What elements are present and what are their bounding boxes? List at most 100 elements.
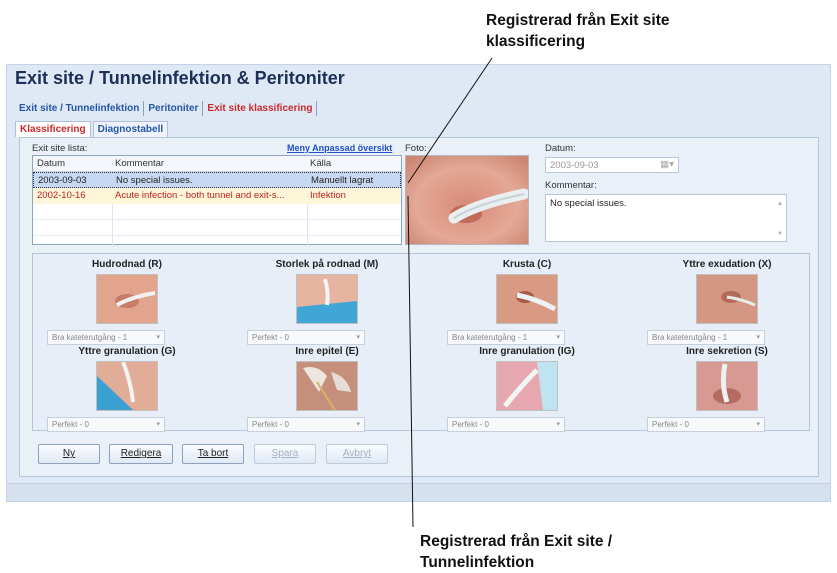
card-title: Inre epitel (E) <box>295 346 359 357</box>
comment-label: Kommentar: <box>545 180 597 191</box>
card-title: Inre granulation (IG) <box>479 346 575 357</box>
row-date: 2003-09-03 <box>38 175 87 186</box>
row-source: Infektion <box>310 190 346 201</box>
select-value: Perfekt - 0 <box>52 420 89 429</box>
chevron-down-icon: ▾ <box>156 334 160 341</box>
date-value: 2003-09-03 <box>550 160 599 171</box>
card-storlek-pa-rodnad: Storlek på rodnad (M) Perfekt - 0 ▾ <box>247 259 407 345</box>
card-title: Krusta (C) <box>502 259 552 270</box>
tab-klassificering[interactable]: Klassificering <box>15 121 91 137</box>
select-value: Perfekt - 0 <box>252 420 289 429</box>
hudrodnad-select[interactable]: Bra kateterutgång - 1 ▾ <box>47 330 165 345</box>
save-button[interactable]: Spara <box>254 444 316 464</box>
card-hudrodnad: Hudrodnad (R) Bra kateterutgång - 1 ▾ <box>47 259 207 345</box>
card-inre-granulation: Inre granulation (IG) Perfekt - 0 ▾ <box>447 346 607 432</box>
main-tabs: Exit site / Tunnelinfektion Peritoniter … <box>15 101 318 116</box>
krusta-select[interactable]: Bra kateterutgång - 1 ▾ <box>447 330 565 345</box>
chevron-down-icon: ▾ <box>156 421 160 428</box>
chevron-down-icon: ▾ <box>756 334 760 341</box>
page-title: Exit site / Tunnelinfektion & Peritonite… <box>15 68 345 88</box>
cancel-button[interactable]: Avbryt <box>326 444 388 464</box>
row-date: 2002-10-16 <box>37 190 86 201</box>
select-value: Perfekt - 0 <box>452 420 489 429</box>
header-datum[interactable]: Datum <box>37 158 113 169</box>
select-value: Bra kateterutgång - 1 <box>52 333 128 342</box>
inre-granulation-photo <box>496 361 558 411</box>
exit-site-photo <box>405 155 530 245</box>
inre-epitel-photo <box>296 361 358 411</box>
yttre-granulation-photo <box>96 361 158 411</box>
card-yttre-granulation: Yttre granulation (G) Perfekt - 0 ▾ <box>47 346 207 432</box>
new-button[interactable]: Ny <box>38 444 100 464</box>
photo-label: Foto: <box>405 143 427 154</box>
card-title: Yttre exudation (X) <box>682 259 772 270</box>
tab-exit-site-klassificering[interactable]: Exit site klassificering <box>203 101 318 116</box>
callout-top: Registrerad från Exit site klassificerin… <box>486 10 669 52</box>
card-title: Hudrodnad (R) <box>92 259 162 270</box>
classification-panel: Exit site lista: Meny Anpassad översikt … <box>19 137 819 477</box>
button-label: Redigera <box>120 448 162 459</box>
app-window: Exit site / Tunnelinfektion & Peritonite… <box>6 64 831 502</box>
yttre-exudation-select[interactable]: Bra kateterutgång - 1 ▾ <box>647 330 765 345</box>
scroll-up-icon[interactable]: ▲ <box>777 201 783 207</box>
header-kalla[interactable]: Källa <box>310 158 400 169</box>
button-label: Spara <box>271 448 299 459</box>
chevron-down-icon: ▾ <box>356 421 360 428</box>
empty-row <box>33 204 401 220</box>
chevron-down-icon: ▾ <box>756 421 760 428</box>
status-bar <box>7 483 830 501</box>
krusta-photo <box>496 274 558 324</box>
button-label: Ny <box>62 448 76 459</box>
chevron-down-icon: ▾ <box>356 334 360 341</box>
inre-granulation-select[interactable]: Perfekt - 0 ▾ <box>447 417 565 432</box>
comment-value: No special issues. <box>550 198 627 209</box>
card-inre-epitel: Inre epitel (E) Perfekt - 0 ▾ <box>247 346 407 432</box>
chevron-down-icon: ▾ <box>556 334 560 341</box>
row-comment: Acute infection - both tunnel and exit-s… <box>115 190 285 201</box>
select-value: Bra kateterutgång - 1 <box>652 333 728 342</box>
tab-diagnostabell[interactable]: Diagnostabell <box>92 121 169 137</box>
select-value: Perfekt - 0 <box>252 333 289 342</box>
card-title: Storlek på rodnad (M) <box>275 259 379 270</box>
card-yttre-exudation: Yttre exudation (X) Bra kateterutgång - … <box>647 259 807 345</box>
card-krusta: Krusta (C) Bra kateterutgång - 1 ▾ <box>447 259 607 345</box>
calendar-icon[interactable]: ▦▾ <box>660 159 674 170</box>
row-source: Manuellt lagrat <box>311 175 374 186</box>
list-row[interactable]: 2003-09-03 No special issues. Manuellt l… <box>33 172 401 188</box>
delete-button[interactable]: Ta bort <box>182 444 244 464</box>
sub-tabs: Klassificering Diagnostabell <box>15 121 170 137</box>
edit-button[interactable]: Redigera <box>109 444 173 464</box>
callout-top-line1: Registrerad från Exit site <box>486 12 670 29</box>
hudrodnad-photo <box>96 274 158 324</box>
comment-field[interactable]: No special issues. ▲ ▼ <box>545 194 787 242</box>
scroll-down-icon[interactable]: ▼ <box>777 231 783 237</box>
date-field[interactable]: 2003-09-03 ▦▾ <box>545 157 679 173</box>
list-row[interactable]: 2002-10-16 Acute infection - both tunnel… <box>33 188 401 204</box>
card-inre-sekretion: Inre sekretion (S) Perfekt - 0 ▾ <box>647 346 807 432</box>
custom-overview-link[interactable]: Meny Anpassad översikt <box>287 143 392 153</box>
button-label: Ta bort <box>197 448 229 459</box>
yttre-granulation-select[interactable]: Perfekt - 0 ▾ <box>47 417 165 432</box>
callout-top-line2: klassificering <box>486 33 586 50</box>
yttre-exudation-photo <box>696 274 758 324</box>
select-value: Perfekt - 0 <box>652 420 689 429</box>
tab-exit-site-tunnelinfektion[interactable]: Exit site / Tunnelinfektion <box>15 101 145 116</box>
inre-sekretion-photo <box>696 361 758 411</box>
callout-bottom-line1: Registrerad från Exit site / <box>420 533 613 550</box>
storlek-photo <box>296 274 358 324</box>
header-kommentar[interactable]: Kommentar <box>115 158 307 169</box>
card-title: Yttre granulation (G) <box>78 346 176 357</box>
storlek-select[interactable]: Perfekt - 0 ▾ <box>247 330 365 345</box>
card-title: Inre sekretion (S) <box>686 346 768 357</box>
tab-peritoniter[interactable]: Peritoniter <box>144 101 204 116</box>
inre-epitel-select[interactable]: Perfekt - 0 ▾ <box>247 417 365 432</box>
exit-site-list[interactable]: Datum Kommentar Källa 2003-09-03 No spec… <box>32 155 402 246</box>
date-label: Datum: <box>545 143 576 154</box>
empty-row <box>33 220 401 236</box>
chevron-down-icon: ▾ <box>556 421 560 428</box>
classification-grid: Hudrodnad (R) Bra kateterutgång - 1 ▾ Sto… <box>32 253 810 432</box>
row-comment: No special issues. <box>116 175 193 186</box>
callout-bottom: Registrerad från Exit site / Tunnelinfek… <box>420 531 612 573</box>
inre-sekretion-select[interactable]: Perfekt - 0 ▾ <box>647 417 765 432</box>
select-value: Bra kateterutgång - 1 <box>452 333 528 342</box>
